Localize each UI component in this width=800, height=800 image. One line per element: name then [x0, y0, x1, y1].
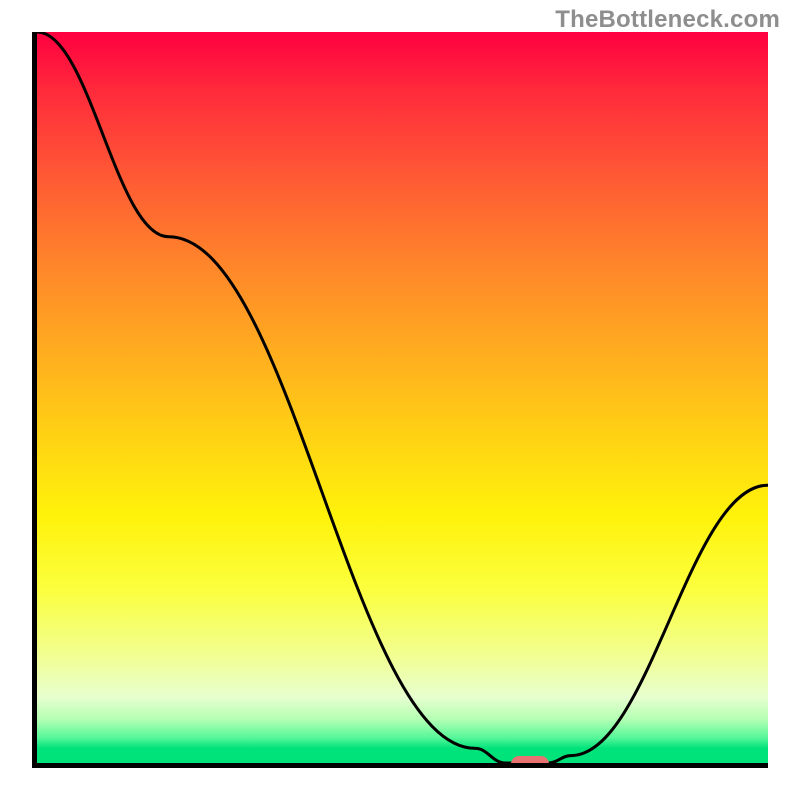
- chart-container: TheBottleneck.com: [0, 0, 800, 800]
- watermark-text: TheBottleneck.com: [555, 6, 780, 34]
- optimum-marker: [511, 756, 549, 768]
- curve-path: [37, 32, 768, 763]
- bottleneck-curve: [37, 32, 768, 763]
- plot-area: [32, 32, 768, 768]
